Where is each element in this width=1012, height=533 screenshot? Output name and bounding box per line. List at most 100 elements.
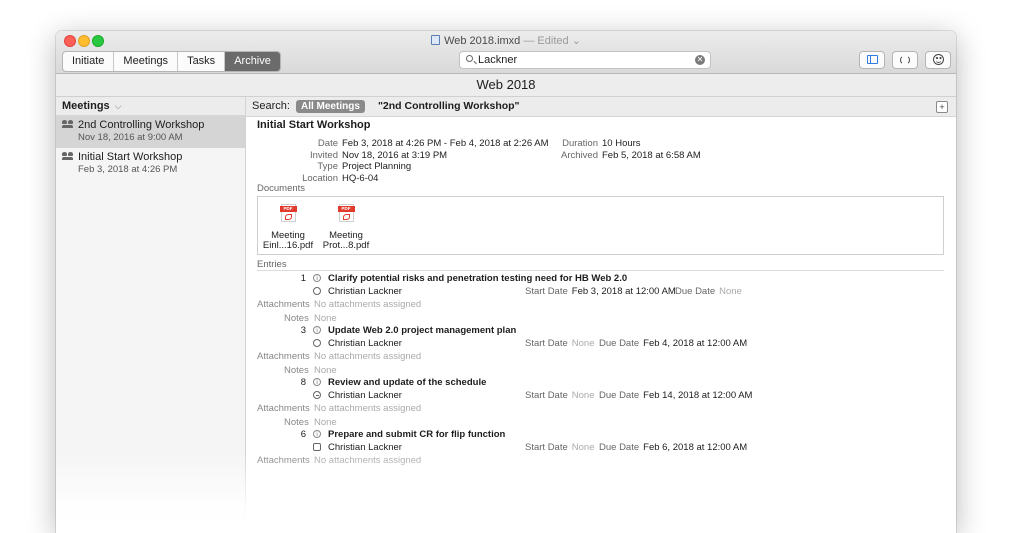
status-in-progress-icon[interactable] — [313, 391, 321, 399]
tab-tasks[interactable]: Tasks — [178, 52, 226, 71]
entry-person: Christian Lackner — [328, 286, 402, 297]
add-search-rule-button[interactable]: + — [936, 101, 948, 113]
scope-all-meetings-button[interactable]: All Meetings — [295, 100, 365, 113]
pdf-file-icon: PDF — [279, 204, 297, 222]
meetings-sidebar: Meetings ⌵ 2nd Controlling Workshop Nov … — [56, 97, 246, 533]
documents-box: PDF Meeting Einl...16.pdf PDF Meeting Pr… — [257, 196, 944, 255]
info-icon[interactable]: i — [313, 274, 321, 282]
entry-person: Christian Lackner — [328, 442, 402, 453]
entry-title[interactable]: Update Web 2.0 project management plan — [328, 325, 516, 336]
duration-row: Duration 10 Hours — [562, 138, 641, 149]
archived-row: Archived Feb 5, 2018 at 6:58 AM — [561, 150, 701, 161]
document-filename: Prot...8.pdf — [322, 240, 370, 251]
entry-start-date: Start Date None — [525, 442, 595, 453]
attachments-value: No attachments assigned — [314, 455, 422, 466]
pdf-file-icon: PDF — [337, 204, 355, 222]
notes-label: Notes — [284, 313, 309, 324]
info-icon[interactable]: i — [313, 378, 321, 386]
meeting-date: Feb 3, 2018 at 4:26 PM — [78, 164, 178, 175]
status-circle-icon[interactable] — [313, 287, 321, 295]
meeting-title: 2nd Controlling Workshop — [78, 119, 205, 131]
notes-label: Notes — [284, 417, 309, 428]
attachments-value: No attachments assigned — [314, 351, 422, 362]
type-row: Type Project Planning — [317, 161, 412, 172]
documents-label: Documents — [257, 183, 306, 194]
entry-due-date: Due Date Feb 4, 2018 at 12:00 AM — [599, 338, 748, 349]
search-scope-label: Search: — [252, 100, 290, 112]
entry-title[interactable]: Prepare and submit CR for flip function — [328, 429, 505, 440]
entries-divider — [257, 270, 944, 271]
sidebar-item-meeting[interactable]: 2nd Controlling Workshop Nov 18, 2016 at… — [56, 116, 245, 148]
sidebar-item-meeting[interactable]: Initial Start Workshop Feb 3, 2018 at 4:… — [56, 148, 245, 180]
document-icon — [431, 35, 441, 45]
invited-row: Invited Nov 18, 2016 at 3:19 PM — [310, 150, 448, 161]
search-field[interactable]: ✕ — [459, 51, 711, 69]
document-item[interactable]: PDF Meeting Einl...16.pdf — [258, 204, 318, 251]
search-input[interactable] — [478, 53, 688, 67]
entry-due-date: Due Date None — [675, 286, 742, 297]
notes-value: None — [314, 417, 337, 428]
entry-due-date: Due Date Feb 6, 2018 at 12:00 AM — [599, 442, 748, 453]
document-filename: Einl...16.pdf — [262, 240, 314, 251]
tab-archive[interactable]: Archive — [225, 52, 280, 71]
window-title-text: Web 2018.imxd — [444, 35, 521, 47]
chevron-down-icon: ⌄ — [571, 35, 581, 47]
info-icon[interactable]: i — [313, 430, 321, 438]
people-icon — [62, 152, 74, 160]
status-circle-icon[interactable] — [313, 339, 321, 347]
entries-label: Entries — [257, 259, 287, 270]
notes-label: Notes — [284, 365, 309, 376]
scope-query-button[interactable]: "2nd Controlling Workshop" — [378, 100, 520, 112]
entry-due-date: Due Date Feb 14, 2018 at 12:00 AM — [599, 390, 753, 401]
title-bar: Web 2018.imxd — Edited ⌄ Initiate Meetin… — [56, 31, 956, 74]
tab-initiate[interactable]: Initiate — [63, 52, 115, 71]
attachments-label: Attachments — [257, 455, 310, 466]
attachments-value: No attachments assigned — [314, 403, 422, 414]
attachments-label: Attachments — [257, 299, 310, 310]
attachments-value: No attachments assigned — [314, 299, 422, 310]
search-scope-bar: Search: All Meetings "2nd Controlling Wo… — [246, 97, 956, 117]
entry-start-date: Start Date Feb 3, 2018 at 12:00 AM — [525, 286, 676, 297]
sidebar-icon — [867, 55, 878, 64]
entry-number: 3 — [300, 325, 306, 336]
meeting-detail: Initial Start Workshop Date Feb 3, 2018 a… — [246, 117, 956, 533]
entry-person: Christian Lackner — [328, 390, 402, 401]
attachments-label: Attachments — [257, 403, 310, 414]
notes-value: None — [314, 365, 337, 376]
toggle-sidebar-button[interactable] — [859, 51, 885, 69]
entry-person: Christian Lackner — [328, 338, 402, 349]
sidebar-header-label: Meetings — [62, 100, 110, 112]
document-item[interactable]: PDF Meeting Prot...8.pdf — [316, 204, 376, 251]
chevron-down-icon: ⌵ — [114, 101, 122, 111]
clear-search-icon[interactable]: ✕ — [695, 55, 705, 65]
smiley-icon — [933, 54, 944, 65]
sidebar-header[interactable]: Meetings ⌵ — [56, 97, 245, 116]
meeting-title: Initial Start Workshop — [78, 151, 183, 163]
notes-value: None — [314, 313, 337, 324]
detail-pane: Search: All Meetings "2nd Controlling Wo… — [246, 97, 956, 533]
sync-icon — [900, 55, 910, 65]
feedback-button[interactable] — [925, 51, 951, 69]
entry-number: 8 — [300, 377, 306, 388]
sync-button[interactable] — [892, 51, 918, 69]
people-icon — [62, 120, 74, 128]
app-window: Web 2018.imxd — Edited ⌄ Initiate Meetin… — [56, 31, 956, 533]
meeting-heading: Initial Start Workshop — [257, 119, 371, 131]
entry-number: 1 — [300, 273, 306, 284]
status-box-icon[interactable] — [313, 443, 321, 451]
entry-title[interactable]: Review and update of the schedule — [328, 377, 486, 388]
tab-meetings[interactable]: Meetings — [114, 52, 179, 71]
search-icon — [466, 55, 473, 62]
edited-status: — Edited — [520, 35, 569, 47]
document-title: Web 2018 — [56, 74, 956, 97]
entry-start-date: Start Date None — [525, 390, 595, 401]
info-icon[interactable]: i — [313, 326, 321, 334]
view-segmented-control: Initiate Meetings Tasks Archive — [62, 51, 281, 72]
attachments-label: Attachments — [257, 351, 310, 362]
meeting-date: Nov 18, 2016 at 9:00 AM — [78, 132, 183, 143]
date-row: Date Feb 3, 2018 at 4:26 PM - Feb 4, 2018… — [317, 138, 549, 149]
entry-number: 6 — [300, 429, 306, 440]
entry-title[interactable]: Clarify potential risks and penetration … — [328, 273, 627, 284]
window-title[interactable]: Web 2018.imxd — Edited ⌄ — [56, 34, 956, 48]
entry-start-date: Start Date None — [525, 338, 595, 349]
